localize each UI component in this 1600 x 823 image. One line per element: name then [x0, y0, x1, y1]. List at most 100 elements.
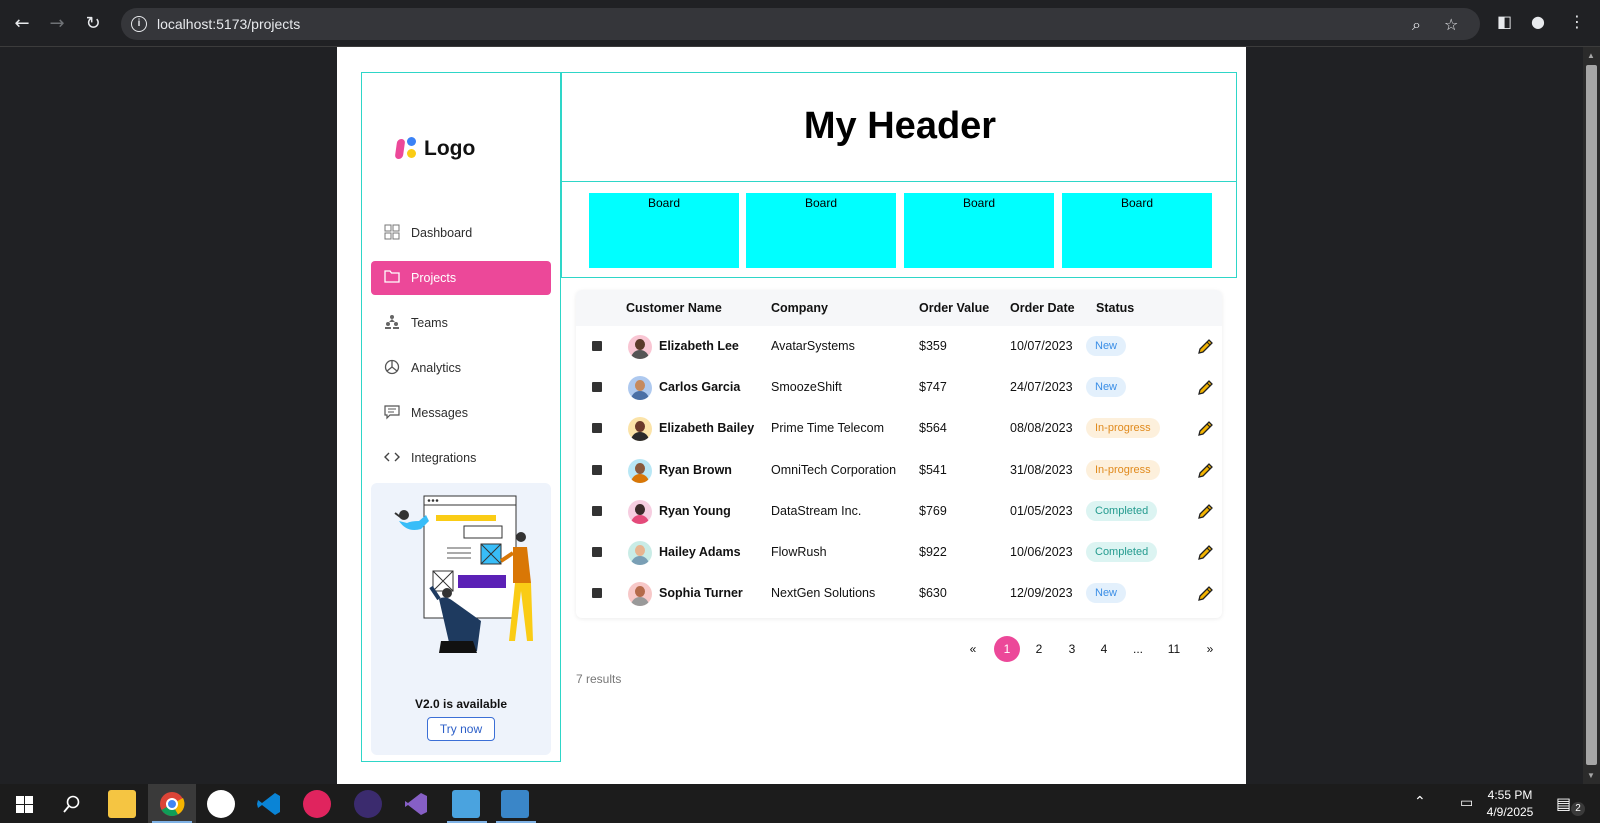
bookmark-star-icon[interactable]: ☆ — [1444, 15, 1458, 34]
order-value-cell: $359 — [919, 339, 947, 353]
pencil-edit-icon[interactable] — [1196, 462, 1214, 480]
file-explorer-icon[interactable] — [108, 790, 136, 818]
pencil-edit-icon[interactable] — [1196, 420, 1214, 438]
back-icon[interactable]: ← — [10, 12, 34, 36]
vscode-icon[interactable] — [256, 791, 282, 817]
sidebar-item-teams[interactable]: Teams — [371, 306, 551, 340]
order-value-cell: $564 — [919, 421, 947, 436]
try-now-button[interactable]: Try now — [427, 717, 495, 741]
contacts-app-icon[interactable] — [452, 790, 480, 818]
table-row[interactable]: Ryan Young DataStream Inc. $769 01/05/20… — [576, 491, 1222, 533]
order-value-cell: $769 — [919, 503, 947, 518]
reload-icon[interactable]: ↻ — [81, 12, 105, 36]
visual-studio-icon[interactable] — [403, 791, 429, 817]
sidebar-item-projects[interactable]: Projects — [371, 261, 551, 295]
board-card[interactable]: Board — [904, 193, 1054, 268]
sidebar-item-label: Teams — [411, 316, 448, 330]
row-checkbox[interactable] — [592, 547, 602, 557]
logo[interactable]: Logo — [394, 137, 475, 161]
pencil-edit-icon[interactable] — [1196, 379, 1214, 397]
site-info-icon[interactable]: i — [131, 16, 147, 32]
address-bar[interactable]: i localhost:5173/projects ⌕ ☆ — [121, 8, 1480, 40]
menu-kebab-icon[interactable]: ⋮ — [1569, 12, 1585, 31]
scrollbar-thumb[interactable] — [1586, 65, 1597, 765]
order-value-cell: $630 — [919, 586, 947, 601]
wordpad-icon[interactable] — [207, 790, 235, 818]
pencil-edit-icon[interactable] — [1196, 585, 1214, 603]
pencil-edit-icon[interactable] — [1196, 544, 1214, 562]
order-date-cell: 10/07/2023 — [1010, 339, 1073, 353]
column-header-status[interactable]: Status — [1096, 301, 1134, 315]
team-icon — [383, 314, 401, 332]
photos-app-icon[interactable] — [501, 790, 529, 818]
url-text[interactable]: localhost:5173/projects — [157, 16, 300, 32]
status-badge: New — [1086, 336, 1127, 356]
table-row[interactable]: Elizabeth Lee AvatarSystems $359 10/07/2… — [576, 326, 1222, 368]
pagination-page[interactable]: 11 — [1161, 636, 1187, 662]
company-cell: NextGen Solutions — [771, 586, 876, 601]
side-panel-icon[interactable]: ◧ — [1497, 12, 1512, 31]
scroll-up-icon[interactable]: ▲ — [1587, 51, 1595, 60]
sidebar-item-dashboard[interactable]: Dashboard — [371, 216, 551, 250]
avatar — [628, 499, 652, 524]
company-cell: OmniTech Corporation — [771, 462, 897, 477]
column-header-company[interactable]: Company — [771, 301, 828, 315]
company-cell: SmoozeShift — [771, 380, 842, 395]
avatar — [628, 376, 652, 401]
profile-icon[interactable]: ● — [1531, 12, 1545, 31]
column-header-order-value[interactable]: Order Value — [919, 301, 989, 315]
scroll-down-icon[interactable]: ▼ — [1587, 771, 1595, 780]
pagination-ellipsis: ... — [1132, 642, 1143, 656]
row-checkbox[interactable] — [592, 341, 602, 351]
pagination-page[interactable]: 1 — [994, 636, 1020, 662]
row-checkbox[interactable] — [592, 505, 602, 516]
table-row[interactable]: Hailey Adams FlowRush $922 10/06/2023 Co… — [576, 532, 1222, 574]
page-scrollbar[interactable]: ▲ ▼ — [1583, 47, 1600, 784]
board-card[interactable]: Board — [589, 193, 739, 268]
notification-icon[interactable]: ▤ — [1556, 794, 1571, 813]
row-checkbox[interactable] — [592, 423, 602, 434]
app-oo-icon[interactable] — [303, 790, 331, 818]
column-header-customer-name[interactable]: Customer Name — [626, 301, 722, 315]
row-checkbox[interactable] — [592, 588, 602, 599]
app-page: Logo Dashboard Projects Teams Analytics … — [337, 47, 1246, 784]
column-header-order-date[interactable]: Order Date — [1010, 301, 1075, 315]
search-icon[interactable] — [63, 795, 81, 813]
order-value-cell: $541 — [919, 462, 947, 477]
grid-icon — [383, 224, 401, 242]
table-row[interactable]: Sophia Turner NextGen Solutions $630 12/… — [576, 573, 1222, 615]
pagination-page[interactable]: 4 — [1091, 636, 1117, 662]
table-header: Customer Name Company Order Value Order … — [576, 290, 1222, 326]
avatar — [628, 541, 652, 565]
network-icon[interactable]: ▭ — [1460, 795, 1473, 811]
customer-name: Sophia Turner — [659, 586, 743, 601]
forward-icon[interactable]: → — [45, 12, 69, 36]
pencil-edit-icon[interactable] — [1196, 338, 1214, 356]
table-row[interactable]: Carlos Garcia SmoozeShift $747 24/07/202… — [576, 367, 1222, 409]
row-checkbox[interactable] — [592, 382, 602, 393]
windows-start-icon[interactable] — [16, 796, 33, 813]
board-card[interactable]: Board — [746, 193, 896, 268]
row-checkbox[interactable] — [592, 464, 602, 475]
pagination-page[interactable]: 2 — [1026, 636, 1052, 662]
sidebar-item-analytics[interactable]: Analytics — [371, 351, 551, 385]
table-row[interactable]: Ryan Brown OmniTech Corporation $541 31/… — [576, 450, 1222, 492]
clock-date[interactable]: 4/9/2025 — [1480, 805, 1540, 819]
sidebar-item-label: Messages — [411, 406, 468, 420]
sidebar-item-messages[interactable]: Messages — [371, 396, 551, 430]
pie-chart-icon — [383, 359, 401, 377]
pencil-edit-icon[interactable] — [1196, 503, 1214, 521]
customer-name: Ryan Brown — [659, 462, 732, 477]
chrome-icon[interactable] — [159, 791, 185, 817]
pagination-prev[interactable]: « — [960, 636, 986, 662]
notification-count-badge: 2 — [1571, 802, 1585, 816]
clock-time[interactable]: 4:55 PM — [1480, 788, 1540, 802]
pagination-page[interactable]: 3 — [1059, 636, 1085, 662]
chevron-up-icon[interactable]: ⌃ — [1414, 794, 1426, 810]
zoom-icon[interactable]: ⌕ — [1412, 15, 1421, 35]
pagination-next[interactable]: » — [1197, 636, 1223, 662]
eclipse-icon[interactable] — [354, 790, 382, 818]
board-card[interactable]: Board — [1062, 193, 1212, 268]
table-row[interactable]: Elizabeth Bailey Prime Time Telecom $564… — [576, 408, 1222, 450]
sidebar-item-integrations[interactable]: Integrations — [371, 441, 551, 475]
